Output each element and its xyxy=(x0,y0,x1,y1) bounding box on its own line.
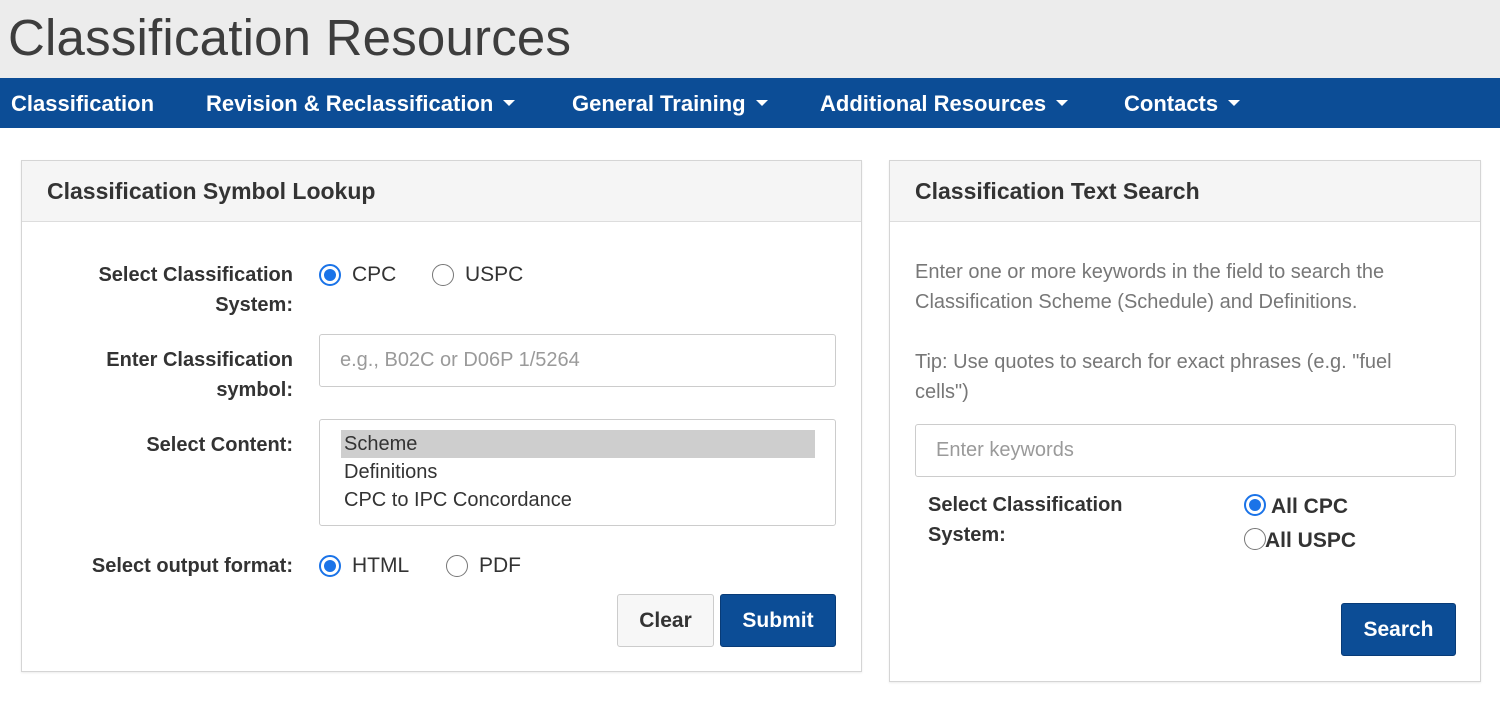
pdf-radio-label: PDF xyxy=(479,554,521,577)
pdf-radio[interactable] xyxy=(446,555,468,577)
main-nav: Classification Revision & Reclassificati… xyxy=(0,78,1500,128)
nav-item-label: General Training xyxy=(572,91,746,116)
content-option-definitions[interactable]: Definitions xyxy=(341,458,815,486)
output-format-label: Select output format: xyxy=(91,555,293,577)
uspc-radio[interactable] xyxy=(432,264,454,286)
caret-down-icon xyxy=(503,100,516,107)
text-search-system-label: Select Classification System: xyxy=(928,494,1123,546)
nav-item-label: Revision & Reclassification xyxy=(206,91,494,116)
nav-item-label: Contacts xyxy=(1124,91,1219,116)
all-cpc-radio-label: All CPC xyxy=(1271,495,1349,518)
title-bar: Classification Resources xyxy=(0,0,1500,78)
text-search-tip: Tip: Use quotes to search for exact phra… xyxy=(915,351,1392,403)
html-radio-label: HTML xyxy=(352,554,410,577)
content-listbox[interactable]: Scheme Definitions CPC to IPC Concordanc… xyxy=(319,419,836,526)
symbol-lookup-panel-header: Classification Symbol Lookup xyxy=(22,161,861,222)
text-search-title: Classification Text Search xyxy=(915,178,1200,204)
all-uspc-radio-label: All USPC xyxy=(1265,529,1357,552)
text-search-panel-header: Classification Text Search xyxy=(890,161,1480,222)
select-content-label: Select Content: xyxy=(146,434,293,456)
nav-item-revision-reclassification[interactable]: Revision & Reclassification xyxy=(206,78,516,128)
nav-item-label: Classification xyxy=(11,91,155,116)
clear-button[interactable]: Clear xyxy=(617,594,714,647)
nav-item-classification[interactable]: Classification xyxy=(11,78,154,128)
caret-down-icon xyxy=(755,100,768,107)
cpc-radio-label: CPC xyxy=(352,263,397,286)
content-option-scheme[interactable]: Scheme xyxy=(341,430,815,458)
symbol-lookup-panel: Classification Symbol Lookup Select Clas… xyxy=(21,160,862,672)
nav-item-additional-resources[interactable]: Additional Resources xyxy=(820,78,1069,128)
search-button[interactable]: Search xyxy=(1341,603,1456,656)
classification-symbol-input[interactable] xyxy=(319,334,836,387)
submit-button[interactable]: Submit xyxy=(720,594,836,647)
uspc-radio-label: USPC xyxy=(465,263,524,286)
nav-item-contacts[interactable]: Contacts xyxy=(1124,78,1241,128)
all-uspc-radio[interactable] xyxy=(1244,528,1266,550)
cpc-radio[interactable] xyxy=(319,264,341,286)
classification-system-label: Select Classification System: xyxy=(98,264,293,316)
site-title: Classification Resources xyxy=(8,9,572,66)
html-radio[interactable] xyxy=(319,555,341,577)
nav-item-label: Additional Resources xyxy=(820,91,1047,116)
nav-item-general-training[interactable]: General Training xyxy=(572,78,768,128)
caret-down-icon xyxy=(1228,100,1241,107)
all-cpc-radio[interactable] xyxy=(1244,494,1266,516)
caret-down-icon xyxy=(1056,100,1069,107)
keywords-input[interactable] xyxy=(915,424,1456,477)
classification-symbol-label: Enter Classification symbol: xyxy=(106,349,293,401)
text-search-description: Enter one or more keywords in the field … xyxy=(915,261,1385,313)
symbol-lookup-title: Classification Symbol Lookup xyxy=(47,178,376,204)
content-option-concordance[interactable]: CPC to IPC Concordance xyxy=(341,486,815,514)
text-search-panel: Classification Text Search Enter one or … xyxy=(889,160,1481,682)
